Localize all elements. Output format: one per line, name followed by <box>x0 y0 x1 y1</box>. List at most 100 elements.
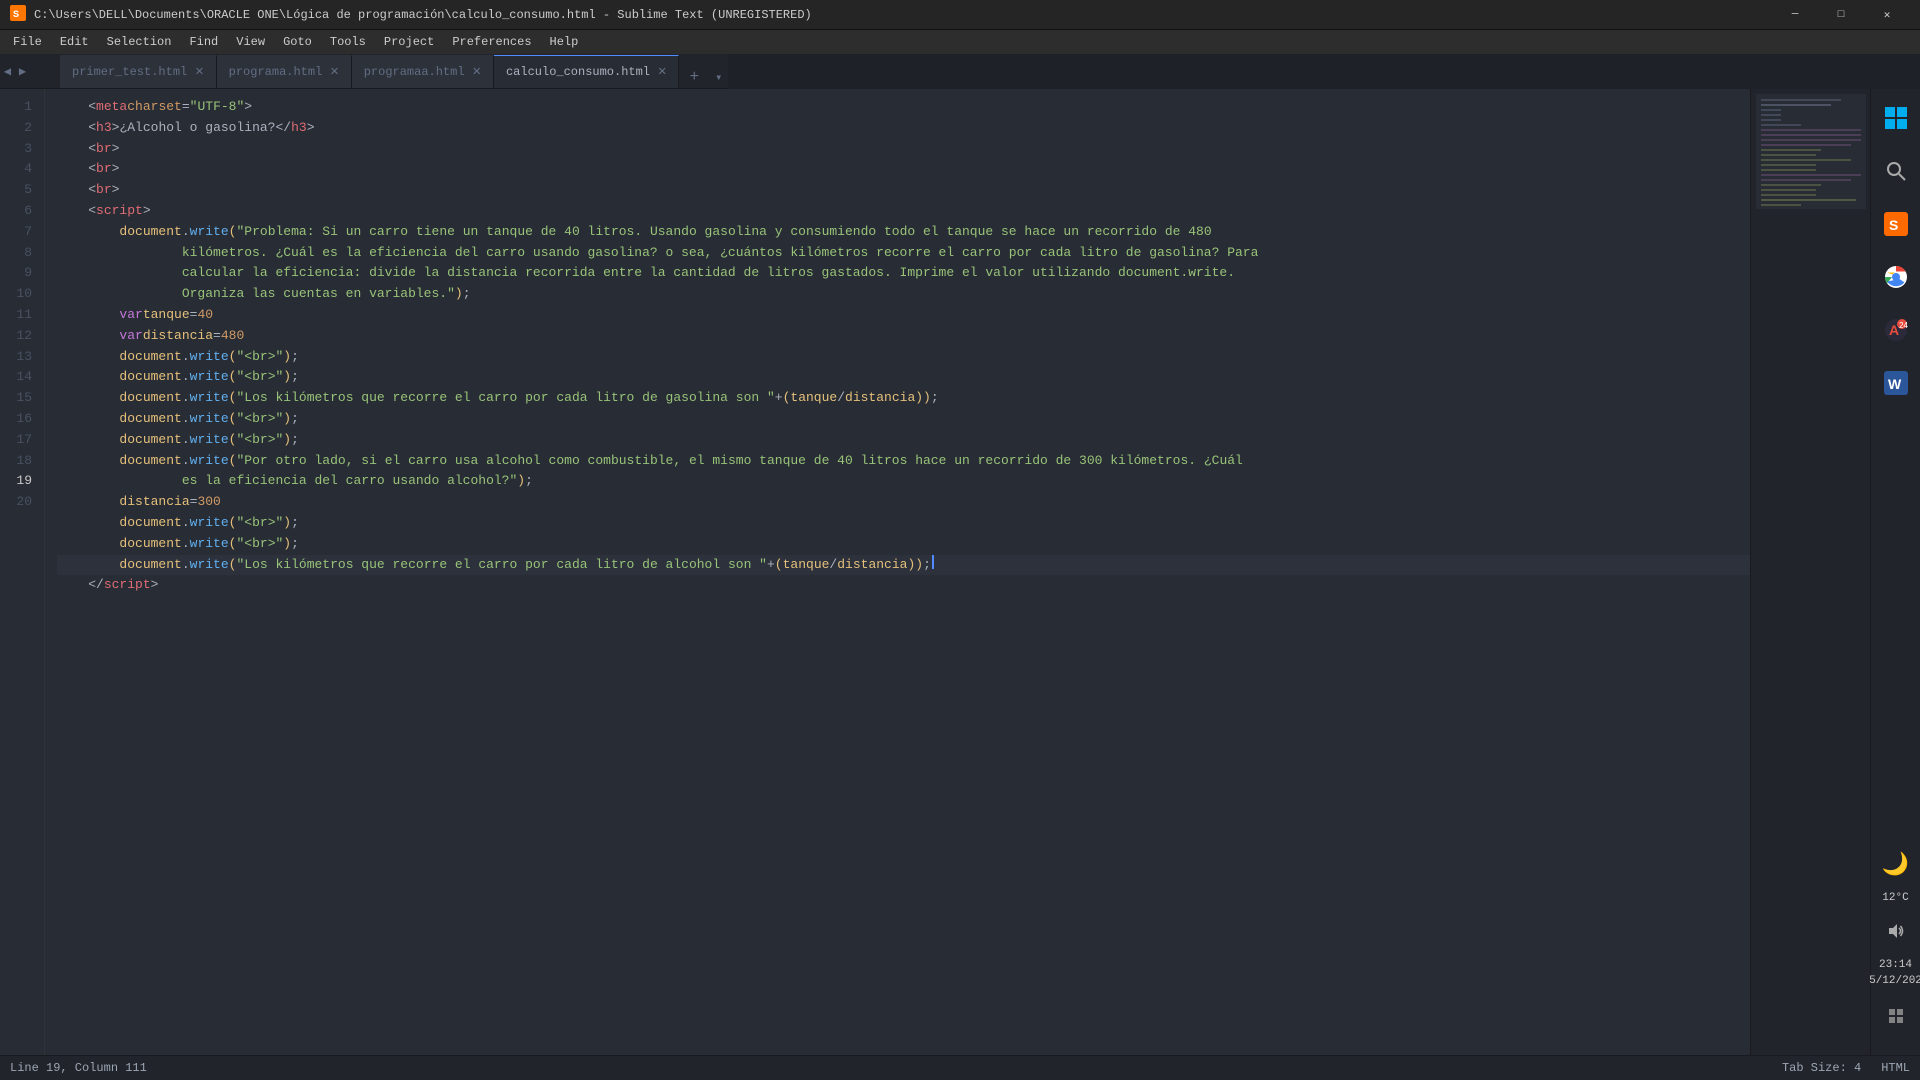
tab-label: programa.html <box>229 65 323 79</box>
svg-text:W: W <box>1888 376 1902 392</box>
date-display: 05/12/2022 <box>1863 974 1920 989</box>
code-line-19: document.write("Los kilómetros que recor… <box>57 555 1750 576</box>
line-num-17: 17 <box>0 430 32 451</box>
line-num-9: 9 <box>0 263 32 284</box>
title-bar: S C:\Users\DELL\Documents\ORACLE ONE\Lóg… <box>0 0 1920 30</box>
new-tab-button[interactable]: + <box>683 66 705 88</box>
tab-add-area: + ▾ <box>683 66 728 88</box>
tab-bar: ◀ ▶ primer_test.html ✕ programa.html ✕ p… <box>0 54 728 89</box>
minimize-button[interactable]: ─ <box>1772 0 1818 30</box>
code-line-7b: kilómetros. ¿Cuál es la eficiencia del c… <box>57 243 1750 264</box>
windows-logo-icon[interactable] <box>1877 99 1915 137</box>
line-num-20: 20 <box>0 492 32 513</box>
minimap <box>1750 89 1870 1055</box>
code-line-9: var distancia = 480 <box>57 326 1750 347</box>
code-line-2: <h3>¿Alcohol o gasolina?</h3> <box>57 118 1750 139</box>
tab-programa[interactable]: programa.html ✕ <box>217 55 352 88</box>
tab-size-indicator: Tab Size: 4 <box>1782 1061 1861 1075</box>
weather-icon[interactable]: 🌙 <box>1877 846 1915 884</box>
code-line-11: document.write("<br>"); <box>57 367 1750 388</box>
code-line-5: <br> <box>57 180 1750 201</box>
code-line-7c: calcular la eficiencia: divide la distan… <box>57 263 1750 284</box>
status-bar: Line 19, Column 111 Tab Size: 4 HTML <box>0 1055 1920 1080</box>
status-bar-left: Line 19, Column 111 <box>10 1061 147 1075</box>
search-taskbar-icon[interactable] <box>1877 152 1915 190</box>
menu-project[interactable]: Project <box>376 33 442 51</box>
line-num-11: 11 <box>0 305 32 326</box>
time-display: 23:14 <box>1863 958 1920 973</box>
svg-text:S: S <box>13 10 19 21</box>
temperature-display: 12°C <box>1882 892 1908 904</box>
menu-file[interactable]: File <box>5 33 50 51</box>
status-bar-right: Tab Size: 4 HTML <box>1782 1061 1910 1075</box>
tab-close-icon[interactable]: ✕ <box>658 65 666 79</box>
tab-options-button[interactable]: ▾ <box>709 68 728 87</box>
menu-goto[interactable]: Goto <box>275 33 320 51</box>
code-line-3: <br> <box>57 139 1750 160</box>
minimap-visual <box>1756 94 1866 294</box>
code-line-17: document.write("<br>"); <box>57 513 1750 534</box>
code-line-16: distancia = 300 <box>57 492 1750 513</box>
code-line-10: document.write("<br>"); <box>57 347 1750 368</box>
code-line-13: document.write("<br>"); <box>57 409 1750 430</box>
line-num-15: 15 <box>0 388 32 409</box>
code-line-15b: es la eficiencia del carro usando alcoho… <box>57 471 1750 492</box>
menu-bar: File Edit Selection Find View Goto Tools… <box>0 30 1920 54</box>
menu-view[interactable]: View <box>228 33 273 51</box>
tab-label: primer_test.html <box>72 65 187 79</box>
code-line-8: var tanque = 40 <box>57 305 1750 326</box>
chrome-taskbar-icon[interactable] <box>1877 258 1915 296</box>
line-num-8: 8 <box>0 243 32 264</box>
tab-nav-left-button[interactable]: ◀ <box>0 54 15 89</box>
tab-programaa[interactable]: programaa.html ✕ <box>352 55 494 88</box>
tab-close-icon[interactable]: ✕ <box>473 65 481 79</box>
svg-text:S: S <box>1889 217 1898 233</box>
code-line-6: <script> <box>57 201 1750 222</box>
code-line-18: document.write("<br>"); <box>57 534 1750 555</box>
tab-label: programaa.html <box>364 65 465 79</box>
line-num-18: 18 <box>0 451 32 472</box>
line-num-1: 1 <box>0 97 32 118</box>
menu-tools[interactable]: Tools <box>322 33 374 51</box>
volume-icon[interactable] <box>1877 912 1915 950</box>
tab-close-icon[interactable]: ✕ <box>330 65 338 79</box>
line-num-19: 19 <box>0 471 32 492</box>
editor: 1 2 3 4 5 6 7 8 9 10 11 12 13 14 15 16 1… <box>0 89 1750 1055</box>
app-icon: S <box>10 5 26 25</box>
tab-nav-right-button[interactable]: ▶ <box>15 54 30 89</box>
sublime-taskbar-icon[interactable]: S <box>1877 205 1915 243</box>
line-column-indicator: Line 19, Column 111 <box>10 1061 147 1075</box>
line-num-10: 10 <box>0 284 32 305</box>
code-line-7: document.write("Problema: Si un carro ti… <box>57 222 1750 243</box>
close-button[interactable]: ✕ <box>1864 0 1910 30</box>
word-taskbar-icon[interactable]: W <box>1877 364 1915 402</box>
menu-edit[interactable]: Edit <box>52 33 97 51</box>
line-num-13: 13 <box>0 347 32 368</box>
code-line-20: </script> <box>57 575 1750 596</box>
window-title: C:\Users\DELL\Documents\ORACLE ONE\Lógic… <box>34 8 812 22</box>
menu-preferences[interactable]: Preferences <box>444 33 539 51</box>
tab-close-icon[interactable]: ✕ <box>195 65 203 79</box>
code-line-7d: Organiza las cuentas en variables."); <box>57 284 1750 305</box>
text-cursor <box>932 555 934 569</box>
right-windows-taskbar: S A 24 W <box>1870 89 1920 1055</box>
code-line-1: <meta charset="UTF-8"> <box>57 97 1750 118</box>
tab-calculo-consumo[interactable]: calculo_consumo.html ✕ <box>494 55 679 88</box>
title-bar-controls: ─ □ ✕ <box>1772 0 1910 30</box>
tab-label: calculo_consumo.html <box>506 65 650 79</box>
tab-primer-test[interactable]: primer_test.html ✕ <box>60 55 217 88</box>
code-line-14: document.write("<br>"); <box>57 430 1750 451</box>
line-num-2: 2 <box>0 118 32 139</box>
line-num-12: 12 <box>0 326 32 347</box>
main-area: 1 2 3 4 5 6 7 8 9 10 11 12 13 14 15 16 1… <box>0 89 1920 1055</box>
maximize-button[interactable]: □ <box>1818 0 1864 30</box>
menu-help[interactable]: Help <box>542 33 587 51</box>
notification-taskbar-icon[interactable]: A 24 <box>1877 311 1915 349</box>
code-line-4: <br> <box>57 159 1750 180</box>
code-area[interactable]: <meta charset="UTF-8"> <h3>¿Alcohol o ga… <box>45 89 1750 1055</box>
menu-selection[interactable]: Selection <box>99 33 180 51</box>
line-num-7: 7 <box>0 222 32 243</box>
notification-area-icon[interactable] <box>1877 997 1915 1035</box>
line-num-5: 5 <box>0 180 32 201</box>
menu-find[interactable]: Find <box>181 33 226 51</box>
